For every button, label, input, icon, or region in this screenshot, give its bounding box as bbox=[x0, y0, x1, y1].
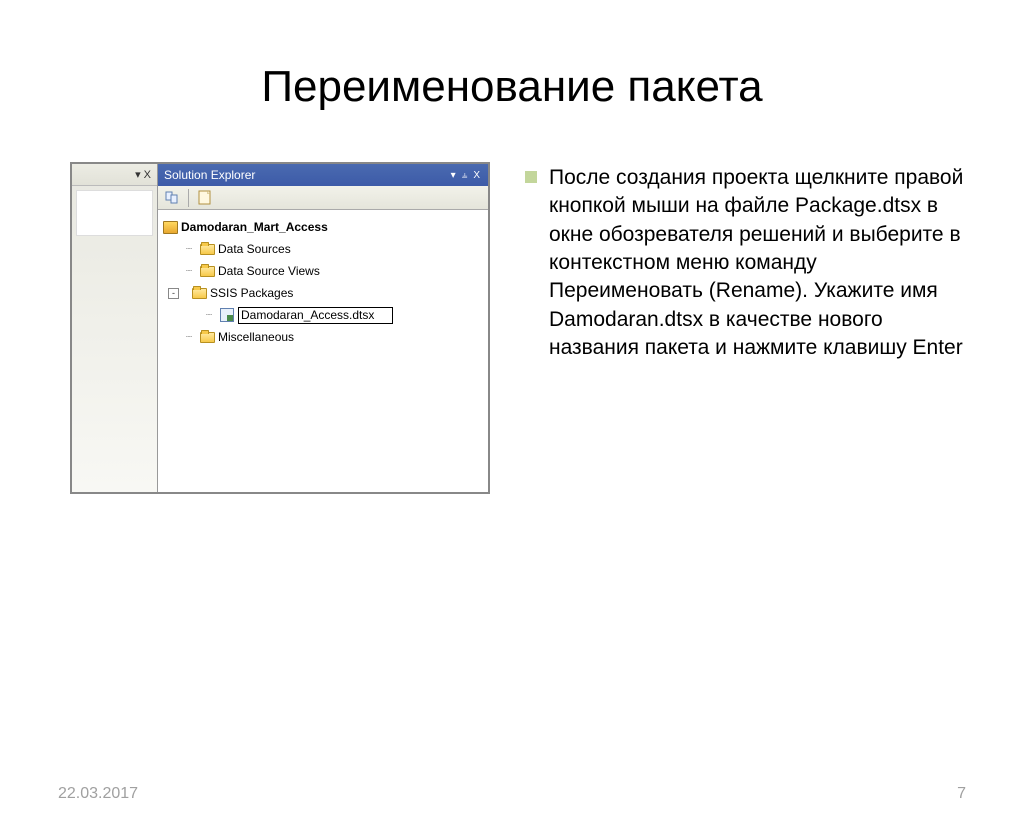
tree-connector: ┈ bbox=[182, 332, 196, 343]
slide-title: Переименование пакета bbox=[0, 62, 1024, 112]
footer-page-number: 7 bbox=[957, 785, 966, 803]
project-icon bbox=[162, 220, 178, 234]
tree-data-source-views-node[interactable]: ┈ Data Source Views bbox=[162, 260, 484, 282]
tree-ssis-packages-label: SSIS Packages bbox=[210, 286, 293, 300]
side-panel-body bbox=[76, 190, 153, 236]
folder-icon bbox=[199, 242, 215, 256]
screenshot-frame: ▾ X Solution Explorer ▾ ⫨ X bbox=[70, 162, 490, 494]
properties-icon[interactable] bbox=[164, 190, 180, 206]
dropdown-icon[interactable]: ▾ bbox=[135, 168, 141, 181]
folder-icon bbox=[199, 330, 215, 344]
rename-input[interactable] bbox=[238, 307, 393, 324]
tree-project-node[interactable]: Damodaran_Mart_Access bbox=[162, 216, 484, 238]
footer-date: 22.03.2017 bbox=[58, 785, 138, 803]
close-icon[interactable]: X bbox=[144, 169, 151, 181]
instruction-text: После создания проекта щелкните правой к… bbox=[549, 164, 974, 362]
tree-connector: ┈ bbox=[182, 244, 196, 255]
tree-data-source-views-label: Data Source Views bbox=[218, 264, 320, 278]
tree-ssis-packages-node[interactable]: - SSIS Packages bbox=[162, 282, 484, 304]
collapse-icon[interactable]: - bbox=[168, 288, 179, 299]
solution-explorer-panel: Solution Explorer ▾ ⫨ X Da bbox=[158, 164, 488, 492]
side-panel: ▾ X bbox=[72, 164, 158, 492]
pushpin-icon[interactable]: ⫨ bbox=[460, 170, 470, 181]
solution-explorer-titlebar[interactable]: Solution Explorer ▾ ⫨ X bbox=[158, 164, 488, 186]
package-icon bbox=[219, 308, 235, 322]
folder-icon bbox=[191, 286, 207, 300]
tree-miscellaneous-node[interactable]: ┈ Miscellaneous bbox=[162, 326, 484, 348]
tree-connector: ┈ bbox=[202, 310, 216, 321]
tree-connector: ┈ bbox=[182, 266, 196, 277]
bullet-marker bbox=[525, 171, 537, 183]
panel-dropdown-icon[interactable]: ▾ bbox=[449, 170, 458, 181]
solution-explorer-toolbar bbox=[158, 186, 488, 210]
panel-close-icon[interactable]: X bbox=[471, 170, 482, 181]
tree-data-sources-label: Data Sources bbox=[218, 242, 291, 256]
tree-data-sources-node[interactable]: ┈ Data Sources bbox=[162, 238, 484, 260]
tree-miscellaneous-label: Miscellaneous bbox=[218, 330, 294, 344]
tree-package-node[interactable]: ┈ bbox=[162, 304, 484, 326]
toolbar-divider bbox=[188, 189, 189, 207]
show-all-icon[interactable] bbox=[197, 190, 213, 206]
tree-project-label: Damodaran_Mart_Access bbox=[181, 220, 328, 234]
tree-view[interactable]: Damodaran_Mart_Access ┈ Data Sources ┈ D… bbox=[158, 210, 488, 492]
folder-icon bbox=[199, 264, 215, 278]
solution-explorer-title-text: Solution Explorer bbox=[164, 168, 255, 182]
